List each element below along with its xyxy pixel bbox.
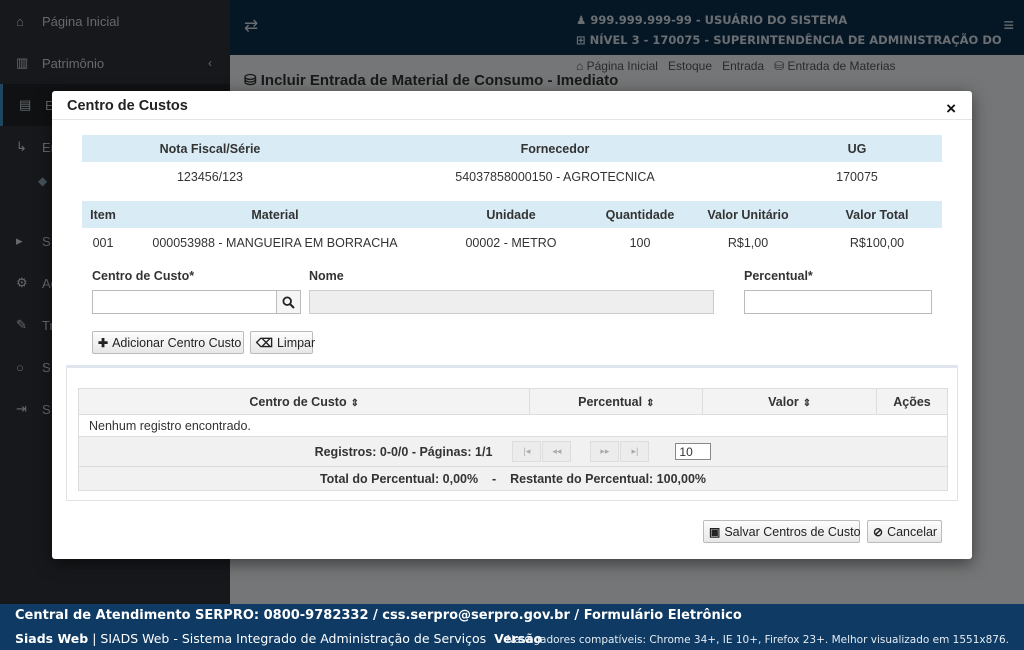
modal-header: Centro de Custos × xyxy=(52,91,972,120)
footer-system: Siads Web | SIADS Web - Sistema Integrad… xyxy=(15,631,543,646)
search-button[interactable] xyxy=(276,290,301,314)
col-percentual[interactable]: Percentual ⇕ xyxy=(529,388,704,415)
cell-material: 000053988 - MANGUEIRA EM BORRACHA xyxy=(152,236,398,250)
cell-ug: 170075 xyxy=(836,170,878,184)
cell-valor-total: R$100,00 xyxy=(849,236,905,250)
col-valor-label: Valor xyxy=(768,394,799,409)
save-button-label: Salvar Centros de Custo xyxy=(724,524,861,539)
first-page-button[interactable]: |◂ xyxy=(512,441,542,462)
prev-page-button[interactable]: ◂◂ xyxy=(542,441,572,462)
header-item: Item xyxy=(82,201,124,228)
ban-icon: ⊘ xyxy=(873,524,884,539)
footer-brand: Siads Web xyxy=(15,631,89,646)
sort-icon: ⇕ xyxy=(646,397,655,409)
percentual-label: Percentual* xyxy=(744,269,813,283)
header-fornecedor: Fornecedor xyxy=(338,135,772,162)
cell-valor-unitario: R$1,00 xyxy=(727,236,769,250)
header-unidade: Unidade xyxy=(426,201,596,228)
cell-nota-fiscal: 123456/123 xyxy=(176,170,244,184)
eraser-icon: ⌫ xyxy=(256,335,273,350)
percentual-input[interactable] xyxy=(744,290,932,314)
totals: Total do Percentual: 0,00% - Restante do… xyxy=(78,466,948,491)
rows-per-page-select[interactable]: 10 xyxy=(675,443,712,460)
footer-browsers: Navegadores compatíveis: Chrome 34+, IE … xyxy=(506,634,1009,646)
first-page-icon: |◂ xyxy=(523,446,531,456)
add-button-label: Adicionar Centro Custo xyxy=(112,335,242,350)
last-page-icon: ▸| xyxy=(631,446,639,456)
cancel-button[interactable]: ⊘ Cancelar xyxy=(867,520,942,543)
centro-custo-label: Centro de Custo* xyxy=(92,269,195,283)
search-icon xyxy=(282,295,295,309)
add-cost-center-button[interactable]: ✚ Adicionar Centro Custo xyxy=(92,331,244,354)
header-ug: UG xyxy=(772,135,942,162)
clear-button-label: Limpar xyxy=(276,335,316,350)
header-quantidade: Quantidade xyxy=(596,201,684,228)
col-valor[interactable]: Valor ⇕ xyxy=(702,388,878,415)
nome-label: Nome xyxy=(309,269,344,283)
col-centro-custo-label: Centro de Custo xyxy=(249,394,347,409)
footer: Central de Atendimento SERPRO: 0800-9782… xyxy=(0,604,1024,650)
cell-fornecedor: 54037858000150 - AGROTECNICA xyxy=(455,170,655,184)
pager: Registros: 0-0/0 - Páginas: 1/1 |◂ ◂◂ ▸▸… xyxy=(78,436,948,467)
col-acoes: Ações xyxy=(876,388,948,415)
cost-center-modal: Centro de Custos × Nota Fiscal/Série For… xyxy=(52,91,972,559)
invoice-table: Nota Fiscal/Série Fornecedor UG 123456/1… xyxy=(82,135,942,192)
close-icon[interactable]: × xyxy=(946,100,956,117)
col-centro-custo[interactable]: Centro de Custo ⇕ xyxy=(77,388,531,415)
footer-contact: Central de Atendimento SERPRO: 0800-9782… xyxy=(15,608,742,623)
cell-unidade: 00002 - METRO xyxy=(465,236,557,250)
next-page-icon: ▸▸ xyxy=(600,446,610,456)
cell-item: 001 xyxy=(92,236,114,250)
clear-button[interactable]: ⌫ Limpar xyxy=(250,331,316,354)
centro-custo-input[interactable] xyxy=(92,290,277,314)
col-percentual-label: Percentual xyxy=(578,394,643,409)
cost-center-grid: Centro de Custo ⇕ Percentual ⇕ Valor ⇕ Açõe… xyxy=(77,388,948,491)
last-page-button[interactable]: ▸| xyxy=(620,441,650,462)
cell-quantidade: 100 xyxy=(629,236,651,250)
header-material: Material xyxy=(124,201,426,228)
prev-page-icon: ◂◂ xyxy=(552,446,562,456)
nome-field xyxy=(309,290,714,314)
save-icon: ▣ xyxy=(709,524,721,539)
header-valor-total: Valor Total xyxy=(812,201,942,228)
item-table: Item Material Unidade Quantidade Valor U… xyxy=(82,201,942,258)
header-nota-fiscal: Nota Fiscal/Série xyxy=(82,135,338,162)
save-cost-centers-button[interactable]: ▣ Salvar Centros de Custo xyxy=(703,520,861,543)
empty-message: Nenhum registro encontrado. xyxy=(78,414,948,437)
restante-percentual: Restante do Percentual: 100,00% xyxy=(510,471,707,486)
next-page-button[interactable]: ▸▸ xyxy=(590,441,620,462)
sort-icon: ⇕ xyxy=(802,397,812,409)
totals-separator: - xyxy=(492,471,497,486)
cancel-button-label: Cancelar xyxy=(887,524,938,539)
cost-center-panel: Centro de Custo ⇕ Percentual ⇕ Valor ⇕ Açõe… xyxy=(66,365,958,501)
plus-icon: ✚ xyxy=(98,335,109,350)
total-percentual: Total do Percentual: 0,00% xyxy=(319,471,479,486)
pager-info: Registros: 0-0/0 - Páginas: 1/1 xyxy=(314,444,493,459)
rows-per-page-value: 10 xyxy=(679,444,693,459)
footer-system-name: SIADS Web - Sistema Integrado de Adminis… xyxy=(100,631,487,646)
sort-icon: ⇕ xyxy=(350,397,359,409)
modal-title: Centro de Custos xyxy=(67,98,188,114)
header-valor-unitario: Valor Unitário xyxy=(684,201,812,228)
